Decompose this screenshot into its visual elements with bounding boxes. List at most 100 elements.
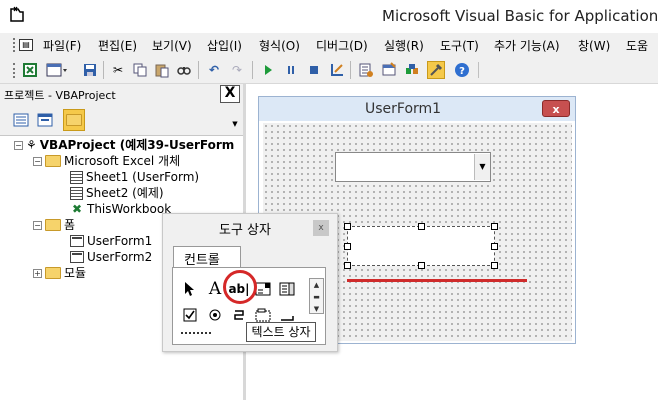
resize-handle[interactable] [344, 262, 351, 269]
listbox-tool[interactable] [276, 278, 298, 300]
tree-item-label: VBAProject (예제39-UserForm [39, 138, 235, 152]
tab-controls-label: 컨트롤 [184, 253, 220, 268]
window-title: Microsoft Visual Basic for Applications … [382, 7, 658, 25]
folder-open-icon [45, 155, 61, 167]
tree-item-sheet2[interactable]: Sheet2 (예제) [70, 185, 164, 201]
tree-item-label: UserForm1 [87, 234, 153, 248]
menu-grip [13, 38, 16, 52]
tree-item-thisworkbook[interactable]: ✖ ThisWorkbook [70, 201, 171, 217]
menu-window[interactable]: 창(W) [578, 37, 610, 54]
resize-handle[interactable] [418, 262, 425, 269]
folder-icon [66, 114, 82, 126]
worksheet-icon [70, 170, 83, 184]
toolbox-close-button[interactable]: x [313, 220, 329, 236]
undo-icon[interactable]: ↶ [206, 62, 222, 78]
resize-handle[interactable] [344, 243, 351, 250]
tooltip: 텍스트 상자 [246, 322, 316, 342]
design-mode-icon[interactable] [329, 62, 345, 78]
combobox-control[interactable]: ▼ [335, 152, 491, 182]
reset-icon[interactable] [306, 62, 322, 78]
project-pane-close-button[interactable]: X [220, 85, 240, 103]
tree-item-label: 모듈 [64, 266, 87, 280]
redo-icon[interactable]: ↷ [229, 62, 245, 78]
workbook-icon: ✖ [71, 202, 83, 216]
menu-addins[interactable]: 추가 기능(A) [494, 37, 560, 54]
worksheet-icon [70, 186, 83, 200]
menu-tools[interactable]: 도구(T) [440, 37, 479, 54]
select-objects-tool[interactable] [179, 278, 201, 300]
userform-icon [70, 251, 84, 263]
tree-item-forms[interactable]: − 폼 [33, 217, 75, 233]
menu-format[interactable]: 형식(O) [259, 37, 300, 54]
break-icon[interactable] [283, 62, 299, 78]
toolbar-position-field [478, 62, 656, 78]
toolbox-scroll-control[interactable]: ▲ ▬ ▼ [309, 278, 324, 314]
tree-item-userform1[interactable]: UserForm1 [70, 233, 152, 249]
option-button-tool[interactable] [204, 304, 226, 326]
toolbar-separator [198, 61, 199, 79]
folder-icon [45, 267, 61, 279]
menu-debug[interactable]: 디버그(D) [316, 37, 368, 54]
properties-window-icon[interactable] [381, 62, 397, 78]
tree-item-label: Sheet2 (예제) [86, 186, 164, 200]
tree-item-sheet1[interactable]: Sheet1 (UserForm) [70, 169, 199, 185]
object-browser-icon[interactable] [404, 62, 420, 78]
menu-system-icon[interactable]: ▤ [19, 39, 33, 51]
red-underline-annotation [347, 279, 527, 282]
save-icon[interactable] [82, 62, 98, 78]
menu-view[interactable]: 보기(V) [152, 37, 192, 54]
textbox-control-selected[interactable] [344, 223, 498, 269]
menu-insert[interactable]: 삽입(I) [207, 37, 242, 54]
tree-item-label: UserForm2 [87, 250, 153, 264]
project-pane-header: 프로젝트 - VBAProject X [0, 84, 243, 104]
tree-item-excel-objects[interactable]: − Microsoft Excel 개체 [33, 153, 180, 169]
svg-text:?: ? [459, 66, 465, 77]
tree-item-label: Sheet1 (UserForm) [86, 170, 200, 184]
tree-item-userform2[interactable]: UserForm2 [70, 249, 152, 265]
resize-handle[interactable] [491, 223, 498, 230]
copy-icon[interactable] [132, 62, 148, 78]
view-object-icon[interactable] [34, 109, 56, 131]
cut-icon[interactable]: ✂ [110, 62, 126, 78]
view-code-icon[interactable] [10, 109, 32, 131]
project-explorer-icon[interactable] [358, 62, 374, 78]
toolbox-title: 도구 상자 [219, 223, 271, 238]
find-icon[interactable] [176, 62, 192, 78]
resize-handle[interactable] [418, 223, 425, 230]
toggle-folders-icon[interactable] [63, 109, 85, 131]
resize-handle[interactable] [344, 223, 351, 230]
userform-icon [70, 235, 84, 247]
menu-edit[interactable]: 편집(E) [98, 37, 137, 54]
pane-toolbar-dropdown-icon[interactable]: ▼ [230, 114, 240, 134]
collapse-icon[interactable]: − [33, 156, 42, 166]
paste-icon[interactable] [154, 62, 170, 78]
tree-item-vbaproject[interactable]: − ⚘ VBAProject (예제39-UserForm [14, 137, 234, 153]
dropdown-arrow-icon[interactable]: ▼ [474, 154, 490, 180]
menu-run[interactable]: 실행(R) [384, 37, 424, 54]
toolbar-separator [103, 61, 104, 79]
userform-close-button[interactable]: x [542, 100, 570, 117]
tree-item-modules[interactable]: + 모듈 [33, 265, 86, 281]
expand-icon[interactable]: + [33, 268, 42, 278]
menu-help[interactable]: 도움 [626, 37, 648, 54]
vba-app-icon [10, 6, 24, 22]
resize-handle[interactable] [491, 262, 498, 269]
toolbar-grip [13, 63, 16, 78]
toolbar-separator [252, 61, 253, 79]
menu-file[interactable]: 파일(F) [43, 37, 81, 54]
resize-handle[interactable] [491, 243, 498, 250]
collapse-icon[interactable]: − [33, 220, 42, 230]
view-excel-icon[interactable] [22, 62, 38, 78]
standard-toolbar: ✂ ↶ ↷ ? [0, 57, 658, 84]
tab-controls[interactable]: 컨트롤 [173, 246, 241, 268]
insert-userform-icon[interactable] [46, 62, 68, 78]
toolbox-icon[interactable] [427, 61, 445, 79]
run-icon[interactable] [260, 62, 276, 78]
tree-item-label: 폼 [64, 218, 76, 232]
checkbox-tool[interactable] [179, 304, 201, 326]
menu-bar: ▤ 파일(F) 편집(E) 보기(V) 삽입(I) 형식(O) 디버그(D) 실… [0, 33, 658, 57]
help-icon[interactable]: ? [454, 62, 470, 78]
vbaproject-icon: ⚘ [26, 138, 37, 152]
project-pane-title: 프로젝트 - VBAProject [4, 89, 116, 102]
collapse-icon[interactable]: − [14, 140, 23, 150]
